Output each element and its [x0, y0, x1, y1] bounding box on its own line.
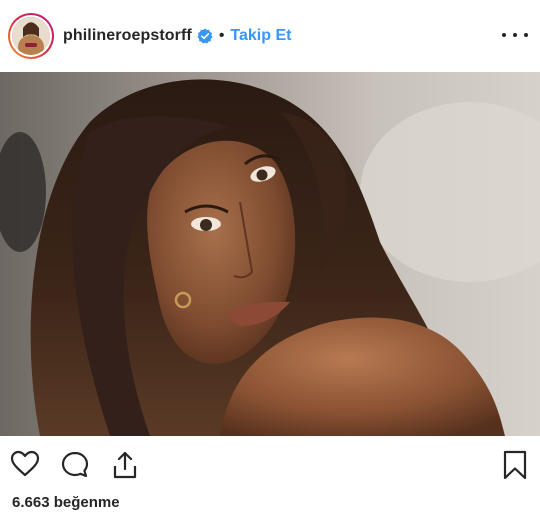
username-link[interactable]: philineroepstorff	[63, 27, 192, 45]
instagram-post: philineroepstorff • Takip Et 6.663 beğen…	[0, 0, 540, 520]
follow-button[interactable]: Takip Et	[230, 27, 291, 45]
comment-bubble-icon[interactable]	[60, 450, 90, 485]
heart-outline-icon[interactable]	[10, 450, 40, 483]
avatar-image	[12, 17, 50, 55]
post-photo[interactable]	[0, 72, 540, 436]
separator-dot: •	[218, 27, 225, 44]
post-header: philineroepstorff • Takip Et	[0, 0, 540, 72]
action-bar	[0, 444, 540, 488]
share-upload-icon[interactable]	[110, 450, 140, 485]
avatar[interactable]	[8, 13, 54, 59]
bookmark-icon[interactable]	[502, 450, 528, 485]
verified-badge-icon	[197, 28, 213, 44]
like-count[interactable]: 6.663 beğenme	[12, 494, 120, 511]
more-horizontal-icon[interactable]	[502, 26, 528, 44]
